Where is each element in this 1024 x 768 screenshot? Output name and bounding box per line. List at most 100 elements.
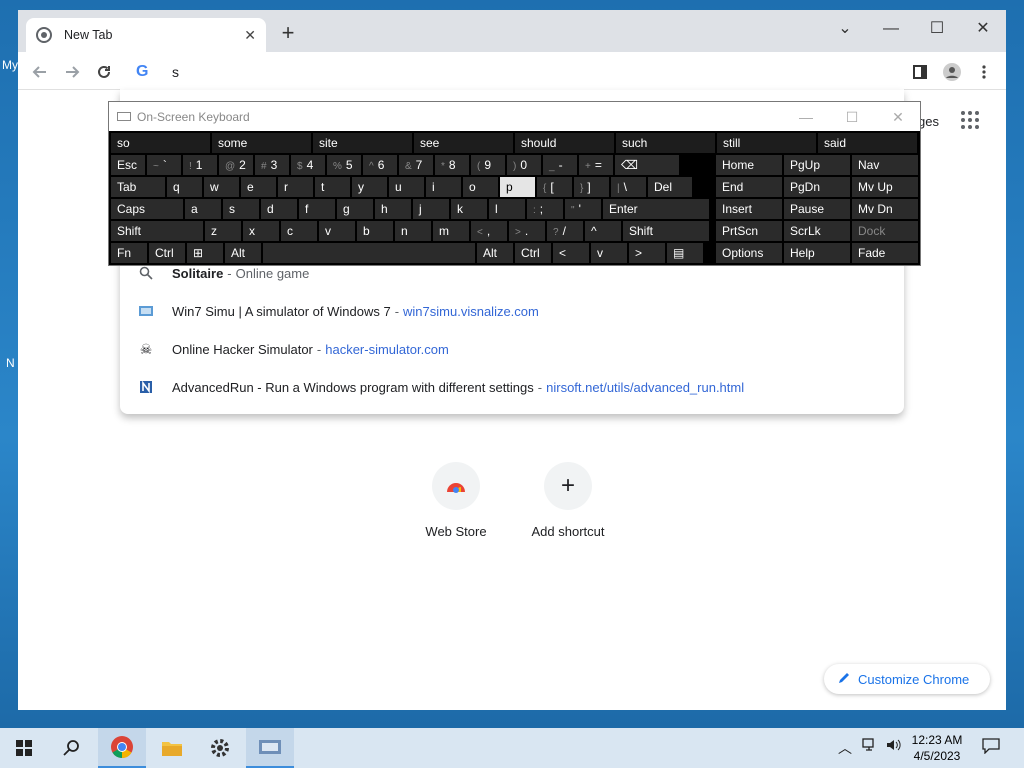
word-prediction[interactable]: site — [313, 133, 412, 153]
key[interactable]: z — [205, 221, 241, 241]
nav-key[interactable]: Pause — [784, 199, 850, 219]
key[interactable]: <, — [471, 221, 507, 241]
taskbar-file-explorer[interactable] — [148, 728, 196, 768]
shortcut-add[interactable]: + Add shortcut — [512, 462, 624, 539]
word-prediction[interactable]: some — [212, 133, 311, 153]
key[interactable]: q — [167, 177, 202, 197]
word-prediction[interactable]: so — [111, 133, 210, 153]
key[interactable]: v — [319, 221, 355, 241]
key[interactable]: * 8 — [435, 155, 469, 175]
key[interactable]: o — [463, 177, 498, 197]
nav-key[interactable]: Mv Up — [852, 177, 918, 197]
suggestion-item[interactable]: AdvancedRun - Run a Windows program with… — [120, 368, 904, 406]
desktop-icon-label[interactable]: N — [6, 356, 15, 370]
key[interactable]: n — [395, 221, 431, 241]
key[interactable]: i — [426, 177, 461, 197]
key[interactable]: _ - — [543, 155, 577, 175]
key[interactable]: j — [413, 199, 449, 219]
key[interactable]: Shift — [623, 221, 709, 241]
key[interactable]: r — [278, 177, 313, 197]
key[interactable]: > — [629, 243, 665, 263]
nav-key[interactable]: Home — [716, 155, 782, 175]
osk-titlebar[interactable]: On-Screen Keyboard — ☐ ✕ — [109, 102, 920, 131]
back-button[interactable] — [26, 58, 54, 86]
key[interactable]: f — [299, 199, 335, 219]
key[interactable]: Del — [648, 177, 692, 197]
key[interactable]: u — [389, 177, 424, 197]
chevron-up-icon[interactable]: ︿ — [838, 738, 852, 758]
minimize-button[interactable]: — — [868, 14, 914, 44]
taskbar-settings[interactable] — [196, 728, 244, 768]
clock[interactable]: 12:23 AM 4/5/2023 — [906, 732, 968, 764]
tab-new-tab[interactable]: New Tab ✕ — [26, 18, 266, 52]
key[interactable]: g — [337, 199, 373, 219]
key[interactable]: ⌫ — [615, 155, 679, 175]
spacebar[interactable] — [263, 243, 475, 263]
key[interactable]: ^ 6 — [363, 155, 397, 175]
key[interactable]: < — [553, 243, 589, 263]
omnibox[interactable]: G s — [120, 54, 904, 90]
key[interactable]: e — [241, 177, 276, 197]
key[interactable]: Caps — [111, 199, 183, 219]
key[interactable]: {[ — [537, 177, 572, 197]
key[interactable]: m — [433, 221, 469, 241]
key[interactable]: y — [352, 177, 387, 197]
key[interactable]: d — [261, 199, 297, 219]
nav-key[interactable]: PgDn — [784, 177, 850, 197]
key[interactable]: ^ — [585, 221, 621, 241]
maximize-button[interactable]: ☐ — [914, 14, 960, 44]
key[interactable]: a — [185, 199, 221, 219]
osk-close-button[interactable]: ✕ — [883, 106, 913, 128]
nav-key[interactable]: PrtScn — [716, 221, 782, 241]
tab-search-icon[interactable]: ⌄ — [822, 14, 868, 44]
key[interactable]: @2 — [219, 155, 253, 175]
key[interactable]: Fn — [111, 243, 147, 263]
menu-kebab-icon[interactable] — [970, 58, 998, 86]
osk-maximize-button[interactable]: ☐ — [837, 106, 867, 128]
reload-button[interactable] — [90, 58, 118, 86]
key[interactable]: c — [281, 221, 317, 241]
key[interactable]: & 7 — [399, 155, 433, 175]
key[interactable]: Shift — [111, 221, 203, 241]
key[interactable]: x — [243, 221, 279, 241]
key[interactable]: Alt — [225, 243, 261, 263]
key[interactable]: ▤ — [667, 243, 703, 263]
key[interactable]: ⊞ — [187, 243, 223, 263]
nav-key[interactable]: Nav — [852, 155, 918, 175]
osk-minimize-button[interactable]: — — [791, 106, 821, 128]
key[interactable]: b — [357, 221, 393, 241]
key[interactable]: Enter — [603, 199, 709, 219]
nav-key[interactable]: PgUp — [784, 155, 850, 175]
key[interactable]: p — [500, 177, 535, 197]
key[interactable]: Ctrl — [149, 243, 185, 263]
shortcut-web-store[interactable]: Web Store — [400, 462, 512, 539]
key[interactable]: | \ — [611, 177, 646, 197]
word-prediction[interactable]: see — [414, 133, 513, 153]
close-window-button[interactable]: ✕ — [960, 14, 1006, 44]
key[interactable]: Alt — [477, 243, 513, 263]
key[interactable]: s — [223, 199, 259, 219]
key[interactable]: + = — [579, 155, 613, 175]
key[interactable]: #3 — [255, 155, 289, 175]
desktop-icon-label[interactable]: My — [2, 58, 18, 72]
taskbar-on-screen-keyboard[interactable] — [246, 728, 294, 768]
search-button[interactable] — [48, 728, 96, 768]
notifications-icon[interactable] — [982, 738, 1000, 757]
nav-key[interactable]: Mv Dn — [852, 199, 918, 219]
key[interactable]: $4 — [291, 155, 325, 175]
close-tab-icon[interactable]: ✕ — [244, 27, 256, 44]
key[interactable]: ! 1 — [183, 155, 217, 175]
side-panel-icon[interactable] — [906, 58, 934, 86]
customize-chrome-button[interactable]: Customize Chrome — [824, 664, 990, 694]
key[interactable]: }] — [574, 177, 609, 197]
key[interactable]: " ' — [565, 199, 601, 219]
key[interactable]: ? / — [547, 221, 583, 241]
forward-button[interactable] — [58, 58, 86, 86]
profile-icon[interactable] — [938, 58, 966, 86]
nav-key[interactable]: End — [716, 177, 782, 197]
word-prediction[interactable]: such — [616, 133, 715, 153]
word-prediction[interactable]: still — [717, 133, 816, 153]
nav-key[interactable]: Fade — [852, 243, 918, 263]
images-link[interactable]: ges — [918, 114, 939, 129]
key[interactable]: ~ ` — [147, 155, 181, 175]
